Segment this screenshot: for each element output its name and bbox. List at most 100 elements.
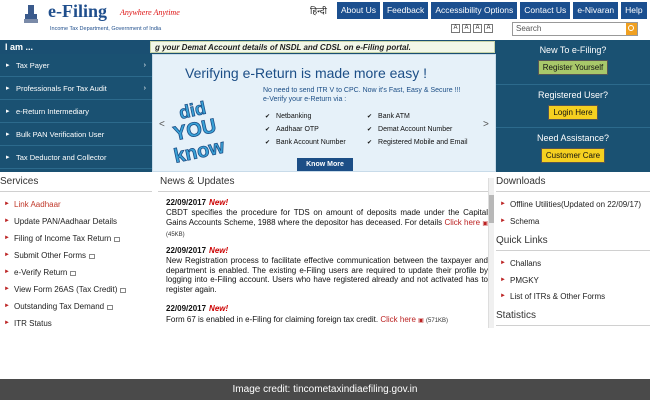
service-itr-status[interactable]: ITR Status [4,319,52,328]
know-more-button[interactable]: Know More [297,158,353,171]
news-scrollbar-thumb[interactable] [489,195,494,223]
iam-label: I am ... [5,42,34,52]
pdf-icon: ▣ [418,318,424,324]
sidebar-item-tax-payer[interactable]: Tax Payer › [0,54,152,77]
service-link-aadhaar[interactable]: Link Aadhaar [4,200,61,209]
new-badge: New! [209,246,229,255]
new-user-box: New To e-Filing? Register Yourself [496,40,650,84]
statistics-title: Statistics [496,310,537,321]
customer-care-button[interactable]: Customer Care [540,148,606,163]
banner-subtitle-2: e-Verify your e-Return via : [263,96,347,103]
news-divider [158,191,494,192]
news-title: News & Updates [160,176,235,187]
new-badge: New! [209,198,229,207]
news-item: Form 67 is enabled in e-Filing for claim… [166,315,449,324]
new-user-title: New To e-Filing? [539,45,607,55]
e-verify-banner: Verifying e-Return is made more easy ! N… [152,54,496,172]
registered-user-box: Registered User? Login Here [496,84,650,127]
logo-text[interactable]: e-Filing [48,1,107,22]
nav-accessibility[interactable]: Accessibility Options [431,2,518,19]
search-icon[interactable] [626,23,637,35]
service-update-pan[interactable]: Update PAN/Aadhaar Details [4,217,117,226]
font-size-large[interactable]: A [473,24,482,33]
news-ticker[interactable]: g your Demat Account details of NSDL and… [150,41,495,53]
banner-title: Verifying e-Return is made more easy ! [185,65,427,81]
banner-subtitle: No need to send ITR V to CPC. Now it's F… [263,87,461,94]
assistance-title: Need Assistance? [536,133,610,143]
search-input[interactable]: Search [512,22,638,36]
nav-e-nivaran[interactable]: e-Nivaran [573,2,619,19]
option-netbanking: Netbanking [265,113,311,120]
registered-user-title: Registered User? [537,90,609,100]
sidebar-item-e-return-intermediary[interactable]: e-Return Intermediary [0,100,152,123]
language-link[interactable]: हिन्दी [310,4,327,17]
news-date: 22/09/2017 New! [166,198,229,207]
service-form-26as[interactable]: View Form 26AS (Tax Credit) [4,285,127,294]
quick-link-itr-forms[interactable]: List of ITRs & Other Forms [500,292,605,301]
did-you-know-graphic: did YOU know [171,97,227,163]
option-bank-account: Bank Account Number [265,139,346,146]
nav-contact-us[interactable]: Contact Us [520,2,571,19]
lock-icon [70,271,77,276]
header: e-Filing Anywhere Anytime Income Tax Dep… [0,0,650,40]
quick-links-divider [496,250,650,251]
sidebar-item-bulk-pan[interactable]: Bulk PAN Verification User [0,123,152,146]
statistics-divider [496,325,650,326]
nav-about-us[interactable]: About Us [337,2,380,19]
top-nav: About Us Feedback Accessibility Options … [334,2,647,19]
news-click-here-link[interactable]: Click here [444,218,480,227]
file-size: (571KB) [426,318,449,324]
news-click-here-link[interactable]: Click here [380,315,416,324]
sidebar-item-label: e-Return Intermediary [16,107,89,116]
register-button[interactable]: Register Yourself [537,60,609,75]
option-bank-atm: Bank ATM [367,113,410,120]
service-submit-forms[interactable]: Submit Other Forms [4,251,96,260]
carousel-prev-icon[interactable]: < [159,119,165,130]
nav-feedback[interactable]: Feedback [382,2,429,19]
quick-link-pmgky[interactable]: PMGKY [500,276,539,285]
chevron-right-icon: › [143,85,146,92]
chevron-right-icon: › [143,62,146,69]
sidebar-item-tax-deductor[interactable]: Tax Deductor and Collector [0,146,152,169]
lock-icon [120,288,127,293]
nav-help[interactable]: Help [621,2,647,19]
service-outstanding-demand[interactable]: Outstanding Tax Demand [4,302,114,311]
assistance-box: Need Assistance? Customer Care [496,127,650,172]
font-size-contrast[interactable]: A [484,24,493,33]
new-badge: New! [209,304,229,313]
news-item: CBDT specifies the procedure for TDS on … [166,208,489,239]
logo-subtitle: Income Tax Department, Government of Ind… [50,26,162,32]
file-size: (45KB) [166,232,185,239]
lock-icon [89,254,96,259]
sidebar-item-label: Bulk PAN Verification User [16,130,105,139]
login-button[interactable]: Login Here [548,105,598,120]
downloads-divider [496,191,650,192]
sidebar-item-professionals[interactable]: Professionals For Tax Audit › [0,77,152,100]
quick-link-challans[interactable]: Challans [500,259,541,268]
downloads-title: Downloads [496,176,546,187]
sidebar-item-label: Professionals For Tax Audit [16,84,107,93]
font-size-small[interactable]: A [451,24,460,33]
services-title: Services [0,176,39,187]
news-date: 22/09/2017 New! [166,246,229,255]
download-schema[interactable]: Schema [500,217,539,226]
emblem-icon [24,5,38,23]
service-filing-itr[interactable]: Filing of Income Tax Return [4,234,121,243]
lock-icon [107,305,114,310]
news-item: New Registration process to facilitate e… [166,256,488,294]
carousel-next-icon[interactable]: > [483,119,489,130]
user-type-sidebar: Tax Payer › Professionals For Tax Audit … [0,54,152,172]
sidebar-item-label: Tax Deductor and Collector [16,153,107,162]
logo-tagline: Anywhere Anytime [120,8,180,17]
font-size-controls: A A A A [451,24,495,34]
sidebar-item-label: Tax Payer [16,61,50,70]
lock-icon [114,237,121,242]
option-aadhaar-otp: Aadhaar OTP [265,126,319,133]
services-divider [0,191,152,192]
service-e-verify[interactable]: e-Verify Return [4,268,77,277]
image-credit: Image credit: tincometaxindiaefiling.gov… [0,379,650,400]
download-offline-utilities[interactable]: Offline Utilities(Updated on 22/09/17) [500,200,641,209]
option-registered-mobile: Registered Mobile and Email [367,139,468,146]
option-demat-account: Demat Account Number [367,126,452,133]
font-size-normal[interactable]: A [462,24,471,33]
